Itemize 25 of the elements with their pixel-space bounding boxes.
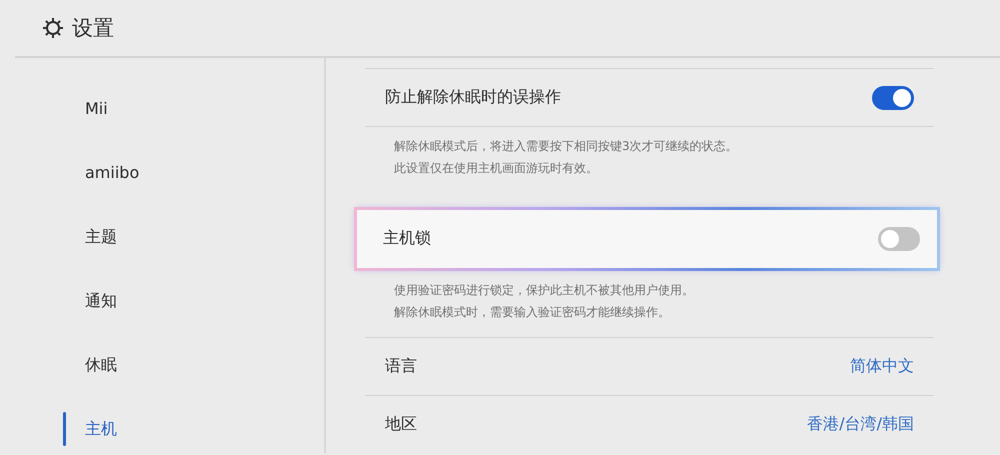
setting-label: 地区 <box>385 414 417 435</box>
setting-value[interactable]: 香港/台湾/韩国 <box>807 414 914 435</box>
sidebar-item[interactable]: 休眠 <box>0 352 324 378</box>
selection-bar <box>63 412 66 446</box>
description-text: 解除休眠模式时，需要输入验证密码才能继续操作。 <box>394 304 671 320</box>
settings-icon <box>42 17 64 39</box>
description-text: 此设置仅在使用主机画面游玩时有效。 <box>394 160 599 178</box>
sidebar-item[interactable]: 主题 <box>0 224 324 250</box>
page-title: 设置 <box>72 15 114 42</box>
setting-card[interactable]: 主机锁 <box>354 207 940 270</box>
sidebar-item[interactable]: Mii <box>0 96 324 122</box>
description-text: 解除休眠模式后，将进入需要按下相同按键3次才可继续的状态。 <box>394 138 739 156</box>
setting-value[interactable]: 简体中文 <box>850 356 914 377</box>
sidebar-item[interactable]: 通知 <box>0 288 324 314</box>
toggle-switch[interactable] <box>872 86 914 110</box>
toggle-switch[interactable] <box>878 226 920 251</box>
setting-label: 主机锁 <box>383 228 431 250</box>
setting-row[interactable]: 防止解除休眠时的误操作 <box>365 68 934 126</box>
setting-row[interactable]: 地区 香港/台湾/韩国 <box>365 394 934 453</box>
sidebar-item[interactable]: amiibo <box>0 160 324 186</box>
sidebar-item[interactable]: 主机 <box>0 416 324 442</box>
setting-row[interactable]: 语言 简体中文 <box>365 336 934 395</box>
setting-label: 语言 <box>385 356 417 377</box>
description-text: 使用验证密码进行锁定，保护此主机不被其他用户使用。 <box>394 282 695 298</box>
setting-label: 防止解除休眠时的误操作 <box>385 87 561 108</box>
